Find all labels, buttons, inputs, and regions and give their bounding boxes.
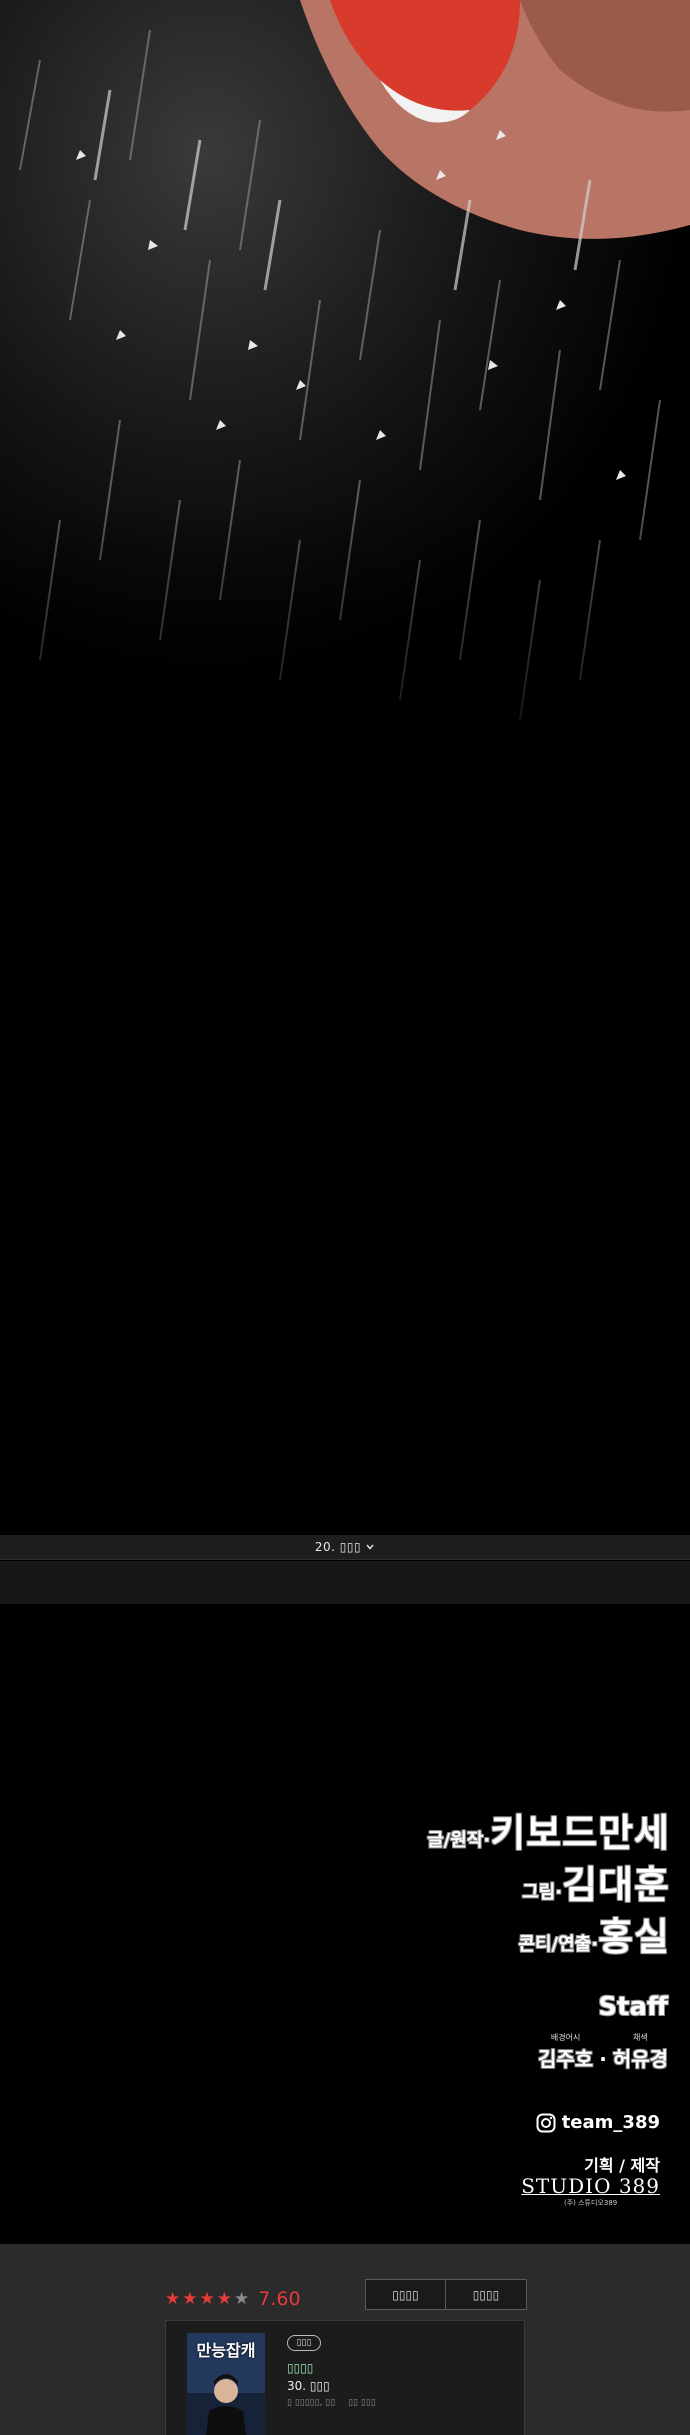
staff-list: 배경어시 김주호 · 채색 허유경 [538,2032,668,2072]
thumbnail-title: 만능잡캐 [196,2341,256,2360]
series-info-panel: ★ ★ ★ ★ ★ 7.60 ▯▯▯▯ ▯▯▯▯ 만능잡캐 ▯▯▯ ▯▯▯▯ 3… [0,2244,690,2435]
series-tag: ▯▯▯ [287,2335,321,2351]
credit-director-name: 홍실 [598,1915,670,1959]
series-meta: ▯ ▯▯▯▯▯, ▯▯ ▯▯ ▯▯▯ [287,2398,386,2408]
staff-name: 김주호 [537,2047,594,2071]
staff-member: 배경어시 김주호 [538,2032,593,2072]
rating-value: 7.60 [258,2288,301,2310]
staff-role: 채색 [633,2033,648,2042]
rating[interactable]: ★ ★ ★ ★ ★ 7.60 [165,2288,301,2310]
star-icon: ★ [165,2288,181,2309]
instagram-handle: team_389 [561,2112,660,2133]
instagram-icon [536,2113,556,2132]
star-icon: ★ [216,2288,232,2309]
comic-panel-art [0,0,690,1535]
credit-writer-name: 키보드만세 [490,1811,670,1855]
action-button-1[interactable]: ▯▯▯▯ [365,2279,446,2310]
credit-writer-role: 글/원작· [427,1830,491,1851]
action-button-2[interactable]: ▯▯▯▯ [446,2279,527,2310]
credit-artist-role: 그림· [522,1882,563,1903]
credit-artist-name: 김대훈 [562,1863,670,1907]
divider-strip [0,1561,690,1604]
studio-subtitle: (주) 스튜디오389 [563,2199,618,2207]
series-title: ▯▯▯▯ [287,2361,314,2375]
credit-director-role: 콘티/연출· [518,1934,599,1955]
credit-director: 콘티/연출·홍실 [518,1906,670,1961]
planning-label: 기획 / 제작 [584,2156,660,2175]
star-icon: ★ [234,2288,250,2309]
staff-title: Staff [598,1992,668,2022]
staff-separator: · [599,2047,607,2071]
action-buttons: ▯▯▯▯ ▯▯▯▯ [365,2279,527,2310]
credit-writer: 글/원작·키보드만세 [427,1802,670,1857]
staff-role: 배경어시 [550,2033,581,2042]
credit-artist: 그림·김대훈 [522,1854,670,1909]
star-icon: ★ [182,2288,198,2309]
episode-selector[interactable]: 20. ▯▯▯ [0,1535,690,1560]
series-card[interactable]: 만능잡캐 ▯▯▯ ▯▯▯▯ 30. ▯▯▯ ▯ ▯▯▯▯▯, ▯▯ ▯▯ ▯▯▯ [165,2320,525,2435]
chevron-down-icon [366,1544,374,1550]
series-episode: 30. ▯▯▯ [287,2379,330,2393]
series-meta-left: ▯ ▯▯▯▯▯, ▯▯ [287,2398,336,2408]
studio-name: STUDIO 389 [521,2174,660,2198]
star-icon: ★ [199,2288,215,2309]
rain-night-illustration [0,0,690,800]
series-thumbnail[interactable]: 만능잡캐 [187,2333,265,2435]
credits-panel: 글/원작·키보드만세 그림·김대훈 콘티/연출·홍실 Staff 배경어시 김주… [0,1604,690,2244]
instagram-link[interactable]: team_389 [536,2112,660,2133]
staff-member: 채색 허유경 [613,2032,668,2072]
staff-name: 허유경 [612,2047,668,2071]
series-meta-right: ▯▯ ▯▯▯ [348,2398,376,2408]
episode-label: 20. ▯▯▯ [314,1540,362,1554]
studio-logo: STUDIO 389 (주) 스튜디오389 [521,2174,660,2208]
